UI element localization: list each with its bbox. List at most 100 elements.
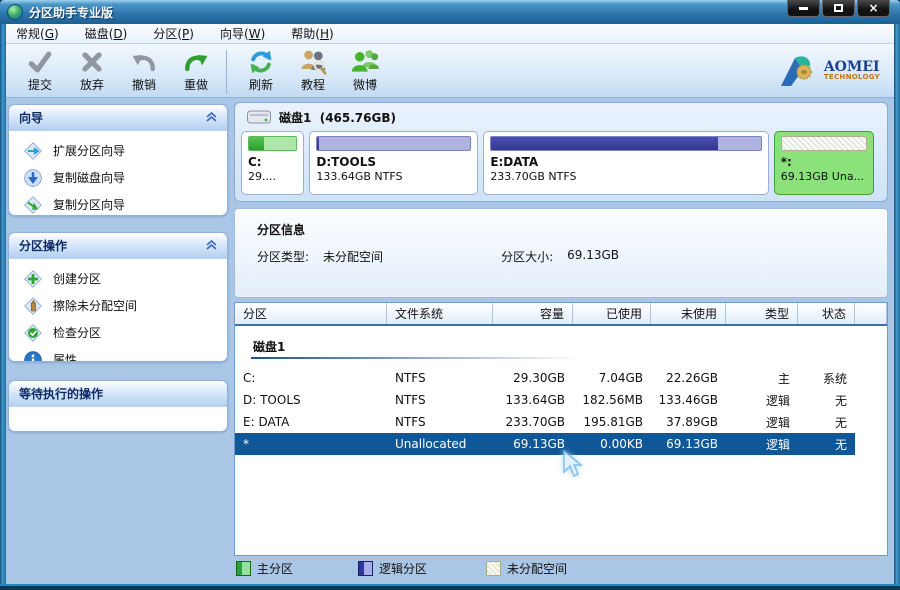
extend-partition-wizard-icon [23,141,43,161]
menu-wizard[interactable]: 向导(W) [220,25,265,42]
maximize-button[interactable] [822,0,855,17]
table-row-e[interactable]: E: DATA NTFS 233.70GB 195.81GB 37.89GB 逻… [235,411,855,433]
partition-box-c[interactable]: C: 29.... [241,131,304,195]
partition-ops-panel: 分区操作 创建分区 擦除未分配空间 检查分区 属性 [8,232,228,362]
toolbar: 提交 放弃 撤销 重做 刷新 教程 微博 [6,44,894,98]
discard-x-icon [77,48,107,76]
commit-button[interactable]: 提交 [14,48,66,93]
table-row-d[interactable]: D: TOOLS NTFS 133.64GB 182.56MB 133.46GB… [235,389,855,411]
disk-title: 磁盘1 (465.76GB) [279,109,396,126]
menu-disk[interactable]: 磁盘(D) [85,25,128,42]
table-row-unallocated[interactable]: * Unallocated 69.13GB 0.00KB 69.13GB 逻辑 … [235,433,855,455]
window-frame-bottom [0,584,900,590]
partition-info-panel: 分区信息 分区类型: 未分配空间 分区大小: 69.13GB [234,208,888,298]
partition-box-unallocated[interactable]: *: 69.13GB Una... [774,131,874,195]
redo-arrow-icon [181,48,211,76]
partition-usage-bar [491,137,717,150]
legend-primary: 主分区 [236,560,293,577]
window-frame-left [0,24,6,584]
undo-arrow-icon [129,48,159,76]
legend-unallocated: 未分配空间 [486,560,567,577]
menu-bar: 常规(G) 磁盘(D) 分区(P) 向导(W) 帮助(H) [6,24,894,44]
tutorial-people-icon [298,48,328,76]
menu-partition[interactable]: 分区(P) [153,25,194,42]
sidebar-item-extend-partition-wizard[interactable]: 扩展分区向导 [9,137,227,164]
copy-disk-wizard-icon [23,168,43,188]
partition-type-label: 分区类型: [257,248,309,265]
toolbar-separator [226,50,227,94]
sidebar-item-copy-disk-wizard[interactable]: 复制磁盘向导 [9,164,227,191]
column-header-partition[interactable]: 分区 [235,303,387,324]
weibo-people-icon [350,48,380,76]
partition-box-e[interactable]: E:DATA 233.70GB NTFS [483,131,768,195]
partition-usage-bar [249,137,264,150]
sidebar-item-properties[interactable]: 属性 [9,346,227,362]
pending-ops-panel-title: 等待执行的操作 [19,385,103,402]
sidebar-item-label: 擦除未分配空间 [53,297,137,314]
disk-group-label: 磁盘1 [253,338,887,355]
menu-general[interactable]: 常规(G) [16,25,59,42]
column-header-filesystem[interactable]: 文件系统 [387,303,493,324]
sidebar-item-check-partition[interactable]: 检查分区 [9,319,227,346]
discard-button[interactable]: 放弃 [66,48,118,93]
app-window: 分区助手专业版 × 常规(G) 磁盘(D) 分区(P) 向导(W) 帮助(H) … [0,0,900,590]
partition-size-label: 分区大小: [501,248,553,265]
weibo-button[interactable]: 微博 [339,48,391,93]
column-header-capacity[interactable]: 容量 [493,303,573,324]
partition-type-value: 未分配空间 [323,248,383,265]
check-partition-icon [23,323,43,343]
pending-ops-empty-list [9,407,227,431]
pending-ops-panel: 等待执行的操作 [8,380,228,432]
logical-partition-swatch [358,561,373,576]
sidebar-item-label: 创建分区 [53,270,101,287]
sidebar-item-label: 检查分区 [53,324,101,341]
mouse-cursor [562,450,584,478]
brand-subtitle: TECHNOLOGY [824,74,880,81]
unallocated-swatch [486,561,501,576]
aomei-logo-icon [777,50,819,90]
minimize-button[interactable] [787,0,820,17]
tutorial-button[interactable]: 教程 [287,48,339,93]
commit-check-icon [25,48,55,76]
partition-table-panel: 分区 文件系统 容量 已使用 未使用 类型 状态 磁盘1 C: NTFS 29.… [234,302,888,556]
redo-button[interactable]: 重做 [170,48,222,93]
column-header-filler [855,303,887,324]
undo-button[interactable]: 撤销 [118,48,170,93]
legend-logical: 逻辑分区 [358,560,427,577]
brand-area: AOMEI TECHNOLOGY [777,50,880,90]
refresh-button[interactable]: 刷新 [235,48,287,93]
disk-group-underline [251,357,581,359]
partition-usage-bar [317,137,319,150]
maximize-icon [834,4,843,12]
disk-icon [247,110,271,125]
minimize-icon [799,7,808,10]
close-button[interactable]: × [857,0,890,17]
sidebar-item-create-partition[interactable]: 创建分区 [9,265,227,292]
pending-ops-panel-header[interactable]: 等待执行的操作 [9,381,227,407]
copy-partition-wizard-icon [23,195,43,215]
table-row-c[interactable]: C: NTFS 29.30GB 7.04GB 22.26GB 主 系统 [235,367,855,389]
column-header-status[interactable]: 状态 [798,303,855,324]
collapse-chevron-icon[interactable] [206,239,217,253]
column-header-type[interactable]: 类型 [726,303,798,324]
partition-size-value: 69.13GB [567,248,619,265]
app-icon [7,4,23,20]
refresh-icon [246,48,276,76]
column-header-used[interactable]: 已使用 [573,303,651,324]
partition-info-title: 分区信息 [257,221,887,238]
column-header-unused[interactable]: 未使用 [651,303,726,324]
sidebar-item-copy-partition-wizard[interactable]: 复制分区向导 [9,191,227,216]
sidebar-item-label: 属性 [53,351,77,362]
sidebar-item-wipe-unallocated[interactable]: 擦除未分配空间 [9,292,227,319]
wizards-panel-header[interactable]: 向导 [9,105,227,131]
window-controls: × [785,0,890,17]
collapse-chevron-icon[interactable] [206,111,217,125]
menu-help[interactable]: 帮助(H) [291,25,333,42]
title-bar[interactable]: 分区助手专业版 × [0,0,900,24]
create-partition-icon [23,269,43,289]
partition-box-d[interactable]: D:TOOLS 133.64GB NTFS [309,131,478,195]
partition-ops-panel-title: 分区操作 [19,237,67,254]
primary-partition-swatch [236,561,251,576]
window-title: 分区助手专业版 [29,4,113,21]
partition-ops-panel-header[interactable]: 分区操作 [9,233,227,259]
